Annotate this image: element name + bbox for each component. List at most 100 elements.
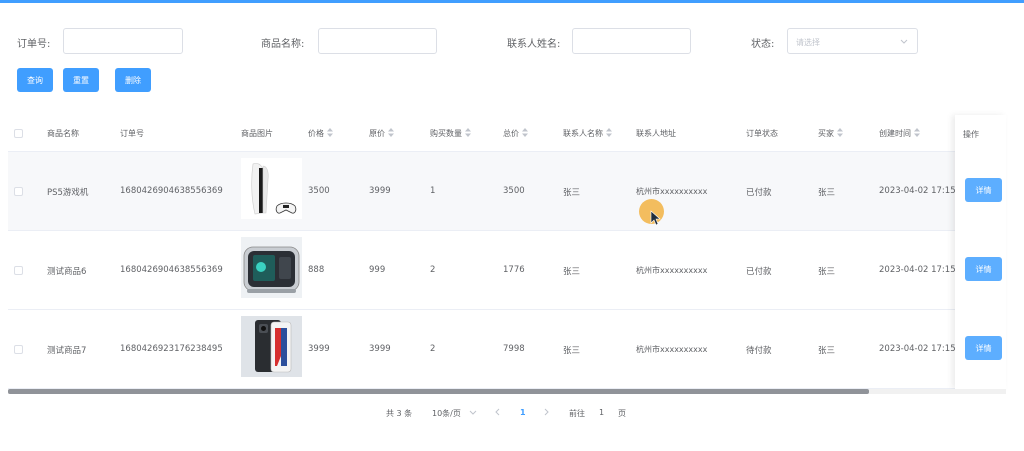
col-order-no: 订单号 — [120, 129, 144, 138]
cell-product-name: 测试商品7 — [47, 346, 87, 356]
cell-original-price: 3999 — [369, 344, 391, 354]
cell-created-at: 2023-04-02 17:15:0 — [879, 186, 964, 196]
sort-icon[interactable] — [914, 128, 920, 137]
col-contact-address: 联系人地址 — [636, 129, 676, 138]
table-row: 测试商品6 1680426904638556369 888 999 2 1776… — [8, 231, 1006, 310]
top-accent-bar — [0, 0, 1024, 3]
cell-product-name: PS5游戏机 — [47, 188, 89, 198]
delete-button[interactable]: 删除 — [115, 68, 151, 92]
col-product-image: 商品图片 — [241, 129, 273, 138]
row-checkbox[interactable] — [14, 187, 23, 196]
detail-button[interactable]: 详情 — [965, 178, 1002, 202]
cell-order-status: 待付款 — [746, 346, 772, 356]
cell-original-price: 3999 — [369, 186, 391, 196]
mouse-pointer-icon — [650, 210, 661, 226]
cell-contact-name: 张三 — [563, 267, 581, 277]
product-name-input[interactable] — [318, 28, 437, 54]
cell-buyer: 张三 — [818, 346, 836, 356]
page-size-select[interactable]: 10条/页 — [432, 408, 461, 419]
order-no-input[interactable] — [63, 28, 183, 54]
status-select[interactable]: 请选择 — [787, 28, 918, 54]
table-header: 商品名称 订单号 商品图片 价格 原价 购买数量 总价 联系人名称 联系人地址 … — [8, 115, 1006, 152]
row-checkbox[interactable] — [14, 266, 23, 275]
col-contact-name-label: 联系人名称 — [563, 129, 603, 138]
sort-icon[interactable] — [837, 128, 843, 137]
cell-price: 3500 — [308, 186, 330, 196]
cell-product-name: 测试商品6 — [47, 267, 87, 277]
col-original-price-label: 原价 — [369, 129, 385, 138]
col-product-name: 商品名称 — [47, 129, 79, 138]
sort-icon[interactable] — [388, 128, 394, 137]
col-order-status: 订单状态 — [746, 129, 778, 138]
chevron-left-icon[interactable] — [493, 406, 503, 418]
gaming-pc-image — [241, 237, 302, 298]
select-all-checkbox[interactable] — [14, 129, 23, 138]
col-contact-name[interactable]: 联系人名称 — [563, 128, 612, 139]
cell-buyer: 张三 — [818, 267, 836, 277]
sort-icon[interactable] — [465, 128, 471, 137]
table-row: 测试商品7 1680426923176238495 3999 3999 2 79… — [8, 310, 1006, 389]
cell-order-no: 1680426904638556369 — [120, 186, 223, 196]
col-quantity-label: 购买数量 — [430, 129, 462, 138]
status-placeholder: 请选择 — [796, 38, 820, 47]
cell-quantity: 2 — [430, 344, 436, 354]
col-created-at-label: 创建时间 — [879, 129, 911, 138]
col-quantity[interactable]: 购买数量 — [430, 128, 471, 139]
cell-contact-address: 杭州市xxxxxxxxxx — [636, 345, 708, 354]
contact-name-label: 联系人姓名: — [507, 39, 561, 50]
cell-order-status: 已付款 — [746, 188, 772, 198]
page-suffix: 页 — [618, 409, 626, 418]
sort-icon[interactable] — [606, 128, 612, 137]
operation-column: 操作 详情 详情 详情 — [955, 115, 1006, 389]
col-total[interactable]: 总价 — [503, 128, 528, 139]
detail-button[interactable]: 详情 — [965, 257, 1002, 281]
smartphone-image — [241, 316, 302, 377]
col-buyer[interactable]: 买家 — [818, 128, 843, 139]
status-label: 状态: — [751, 39, 775, 50]
chevron-down-icon[interactable] — [468, 406, 478, 418]
chevron-right-icon[interactable] — [541, 406, 551, 418]
pagination-total: 共 3 条 — [386, 409, 413, 418]
cell-created-at: 2023-04-02 17:15:0 — [879, 265, 964, 275]
cell-price: 888 — [308, 265, 325, 275]
col-price[interactable]: 价格 — [308, 128, 333, 139]
goto-label: 前往 — [569, 409, 585, 418]
cell-original-price: 999 — [369, 265, 386, 275]
contact-name-input[interactable] — [572, 28, 691, 54]
order-no-label: 订单号: — [17, 39, 51, 50]
row-checkbox[interactable] — [14, 345, 23, 354]
sort-icon[interactable] — [522, 128, 528, 137]
reset-button[interactable]: 重置 — [63, 68, 99, 92]
orders-table: 商品名称 订单号 商品图片 价格 原价 购买数量 总价 联系人名称 联系人地址 … — [8, 115, 1006, 393]
cell-total: 3500 — [503, 186, 525, 196]
col-original-price[interactable]: 原价 — [369, 128, 394, 139]
col-operation: 操作 — [963, 130, 979, 139]
ps5-console-image — [241, 158, 302, 219]
cell-order-status: 已付款 — [746, 267, 772, 277]
cell-quantity: 1 — [430, 186, 436, 196]
cell-order-no: 1680426904638556369 — [120, 265, 223, 275]
col-total-label: 总价 — [503, 129, 519, 138]
cell-price: 3999 — [308, 344, 330, 354]
col-price-label: 价格 — [308, 129, 324, 138]
table-row: PS5游戏机 1680426904638556369 3500 3999 1 3… — [8, 152, 1006, 231]
cell-created-at: 2023-04-02 17:15:2 — [879, 344, 964, 354]
chevron-down-icon — [900, 39, 908, 44]
cell-buyer: 张三 — [818, 188, 836, 198]
search-button[interactable]: 查询 — [17, 68, 53, 92]
product-name-label: 商品名称: — [261, 39, 305, 50]
cell-contact-address: 杭州市xxxxxxxxxx — [636, 187, 708, 196]
cell-contact-address: 杭州市xxxxxxxxxx — [636, 266, 708, 275]
cell-total: 7998 — [503, 344, 525, 354]
col-created-at[interactable]: 创建时间 — [879, 128, 920, 139]
detail-button[interactable]: 详情 — [965, 336, 1002, 360]
col-buyer-label: 买家 — [818, 129, 834, 138]
cell-quantity: 2 — [430, 265, 436, 275]
cell-contact-name: 张三 — [563, 188, 581, 198]
cell-order-no: 1680426923176238495 — [120, 344, 223, 354]
cell-total: 1776 — [503, 265, 525, 275]
sort-icon[interactable] — [327, 128, 333, 137]
page-number-current[interactable]: 1 — [520, 408, 526, 417]
goto-page-input[interactable]: 1 — [599, 408, 604, 417]
horizontal-scrollbar-thumb[interactable] — [8, 389, 869, 394]
